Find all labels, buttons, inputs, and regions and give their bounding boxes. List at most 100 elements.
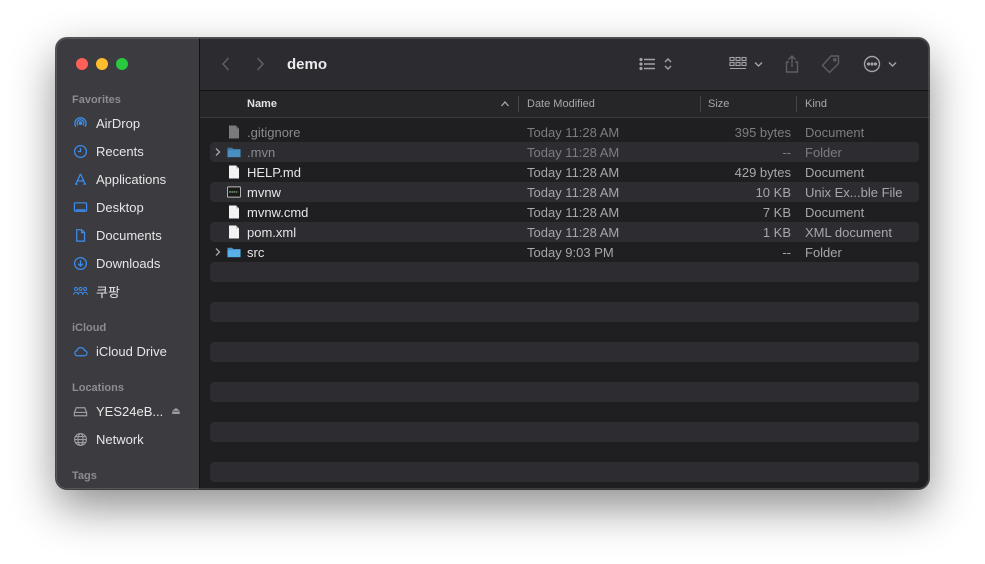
folder-icon bbox=[227, 245, 241, 259]
file-size: 7 KB bbox=[762, 204, 791, 220]
group-by-button[interactable] bbox=[729, 38, 765, 90]
list-view-icon bbox=[639, 57, 672, 71]
sidebar-item-network[interactable]: Network bbox=[72, 428, 197, 450]
back-button[interactable] bbox=[220, 38, 232, 90]
column-header: Name Date Modified Size Kind bbox=[200, 91, 929, 118]
grid-icon bbox=[729, 56, 763, 70]
more-actions-button[interactable] bbox=[862, 38, 898, 90]
sidebar: Favorites AirDrop Recents Applications D… bbox=[56, 38, 200, 489]
sidebar-item-label: iCloud Drive bbox=[96, 343, 167, 359]
file-name: pom.xml bbox=[247, 224, 297, 240]
file-date: Today 11:28 AM bbox=[527, 204, 620, 220]
sidebar-item-label: Documents bbox=[96, 227, 162, 243]
tag-icon bbox=[821, 55, 840, 74]
download-icon bbox=[72, 255, 88, 271]
eject-icon[interactable]: ⏏ bbox=[171, 406, 180, 417]
folder-icon bbox=[227, 145, 241, 159]
ellipsis-circle-icon bbox=[863, 55, 897, 73]
column-divider[interactable] bbox=[796, 96, 797, 112]
file-kind: Unix Ex...ble File bbox=[805, 184, 903, 200]
file-size: -- bbox=[782, 144, 791, 160]
column-kind[interactable]: Kind bbox=[805, 91, 827, 117]
file-date: Today 9:03 PM bbox=[527, 244, 614, 260]
share-button[interactable] bbox=[784, 38, 800, 90]
chevron-left-icon bbox=[221, 57, 230, 71]
view-options-button[interactable] bbox=[639, 38, 675, 90]
drive-icon bbox=[72, 403, 88, 419]
share-icon bbox=[785, 55, 799, 73]
empty-row bbox=[210, 262, 919, 282]
empty-row bbox=[210, 462, 919, 482]
sidebar-item-label: Desktop bbox=[96, 199, 144, 215]
sidebar-item-applications[interactable]: Applications bbox=[72, 168, 197, 190]
file-row[interactable]: .gitignore Today 11:28 AM 395 bytes Docu… bbox=[210, 122, 919, 142]
sidebar-item-airdrop[interactable]: AirDrop bbox=[72, 112, 197, 134]
file-date: Today 11:28 AM bbox=[527, 124, 620, 140]
file-size: -- bbox=[782, 244, 791, 260]
svg-text:exec: exec bbox=[229, 190, 238, 194]
file-row[interactable]: exec mvnw Today 11:28 AM 10 KB Unix Ex..… bbox=[210, 182, 919, 202]
document-file-icon bbox=[227, 125, 241, 139]
sidebar-item-recents[interactable]: Recents bbox=[72, 140, 197, 162]
file-name: .mvn bbox=[247, 144, 276, 160]
chevron-right-icon bbox=[256, 57, 265, 71]
document-file-icon bbox=[227, 225, 241, 239]
sidebar-item-icloud-drive[interactable]: iCloud Drive bbox=[72, 340, 197, 362]
desktop-icon bbox=[72, 199, 88, 215]
column-name[interactable]: Name bbox=[247, 91, 277, 117]
column-size[interactable]: Size bbox=[708, 91, 729, 117]
file-size: 1 KB bbox=[762, 224, 791, 240]
document-file-icon bbox=[227, 165, 241, 179]
column-divider[interactable] bbox=[518, 96, 519, 112]
forward-button[interactable] bbox=[254, 38, 266, 90]
file-row[interactable]: pom.xml Today 11:28 AM 1 KB XML document bbox=[210, 222, 919, 242]
file-date: Today 11:28 AM bbox=[527, 224, 620, 240]
sidebar-item-label: Recents bbox=[96, 143, 144, 159]
sidebar-item-label: AirDrop bbox=[96, 115, 141, 131]
sidebar-item-label: Downloads bbox=[96, 255, 161, 271]
terminal-file-icon: exec bbox=[227, 185, 241, 199]
document-icon bbox=[72, 227, 88, 243]
globe-icon bbox=[72, 431, 88, 447]
disclosure-chevron-icon[interactable] bbox=[214, 142, 222, 162]
finder-window: Favorites AirDrop Recents Applications D… bbox=[56, 38, 929, 489]
file-name: src bbox=[247, 244, 265, 260]
file-kind: Folder bbox=[805, 144, 842, 160]
empty-row bbox=[210, 302, 919, 322]
sidebar-item-label: YES24eB... bbox=[96, 403, 164, 419]
sidebar-item-downloads[interactable]: Downloads bbox=[72, 252, 197, 274]
file-row[interactable]: .mvn Today 11:28 AM -- Folder bbox=[210, 142, 919, 162]
sidebar-section-icloud: iCloud bbox=[72, 322, 107, 334]
column-date-modified[interactable]: Date Modified bbox=[527, 91, 595, 117]
sidebar-item-desktop[interactable]: Desktop bbox=[72, 196, 197, 218]
applications-icon bbox=[72, 171, 88, 187]
file-date: Today 11:28 AM bbox=[527, 144, 620, 160]
cloud-icon bbox=[72, 343, 88, 359]
file-kind: Folder bbox=[805, 244, 842, 260]
sidebar-item-documents[interactable]: Documents bbox=[72, 224, 197, 246]
window-title: demo bbox=[287, 55, 328, 73]
sidebar-item-yes24-drive[interactable]: YES24eB... ⏏ bbox=[72, 400, 197, 422]
sidebar-item-label: Network bbox=[96, 431, 144, 447]
empty-row bbox=[210, 422, 919, 442]
close-button[interactable] bbox=[76, 58, 88, 70]
column-divider[interactable] bbox=[700, 96, 701, 112]
file-name: .gitignore bbox=[247, 124, 301, 140]
zoom-button[interactable] bbox=[116, 58, 128, 70]
file-date: Today 11:28 AM bbox=[527, 184, 620, 200]
clock-icon bbox=[72, 143, 88, 159]
file-row[interactable]: HELP.md Today 11:28 AM 429 bytes Documen… bbox=[210, 162, 919, 182]
disclosure-chevron-icon[interactable] bbox=[214, 242, 222, 262]
sidebar-item-coupang[interactable]: 쿠팡 bbox=[72, 280, 197, 302]
sort-ascending-icon[interactable] bbox=[500, 91, 510, 117]
tag-button[interactable] bbox=[820, 38, 842, 90]
minimize-button[interactable] bbox=[96, 58, 108, 70]
file-row[interactable]: mvnw.cmd Today 11:28 AM 7 KB Document bbox=[210, 202, 919, 222]
airdrop-icon bbox=[72, 115, 88, 131]
sidebar-section-tags: Tags bbox=[72, 470, 97, 482]
file-name: mvnw bbox=[247, 184, 281, 200]
sidebar-section-favorites: Favorites bbox=[72, 94, 121, 106]
file-row[interactable]: src Today 9:03 PM -- Folder bbox=[210, 242, 919, 262]
toolbar: demo bbox=[200, 38, 929, 91]
file-kind: Document bbox=[805, 124, 865, 140]
